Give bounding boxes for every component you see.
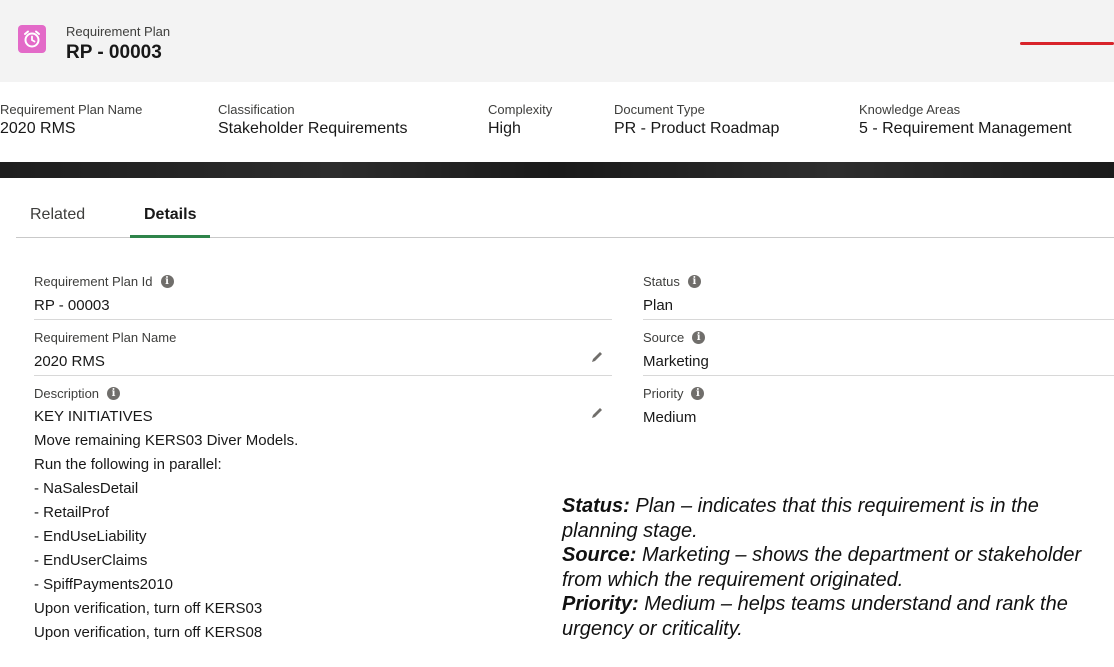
highlight-value: PR - Product Roadmap (614, 120, 780, 137)
description-line: KEY INITIATIVES (34, 408, 153, 425)
description-text: KEY INITIATIVES Move remaining KERS03 Di… (34, 405, 612, 645)
field-label: Priority (643, 386, 684, 401)
highlight-value: High (488, 120, 521, 137)
field-label-wrap: Source i (643, 330, 1114, 345)
field-label-wrap: Requirement Plan Name (34, 330, 612, 345)
highlight-knowledge-areas: Knowledge Areas 5 - Requirement Manageme… (859, 102, 1072, 138)
info-icon[interactable]: i (107, 387, 121, 400)
annotation-desc-priority: Medium – helps teams understand and rank… (562, 593, 1068, 640)
record-header: Requirement Plan RP - 00003 (0, 0, 1114, 82)
field-label: Status (643, 274, 680, 289)
highlight-complexity: Complexity High (488, 102, 552, 138)
field-description: Description i KEY INITIATIVES Move remai… (34, 386, 612, 645)
field-value: Medium (643, 409, 697, 426)
field-label: Requirement Plan Name (34, 330, 177, 345)
field-label-wrap: Description i (34, 386, 612, 401)
accent-line (1020, 42, 1114, 45)
field-priority: Priority i Medium (643, 386, 1114, 426)
annotation-term-source: Source: (562, 544, 637, 567)
field-value: 2020 RMS (34, 353, 105, 370)
highlight-value: 5 - Requirement Management (859, 120, 1072, 137)
field-label-wrap: Priority i (643, 386, 1114, 401)
field-value: Marketing (643, 353, 709, 370)
highlight-label: Classification (218, 102, 295, 117)
description-line: - EndUseLiability (34, 528, 147, 545)
highlight-label: Document Type (614, 102, 705, 117)
description-line: Move remaining KERS03 Diver Models. (34, 432, 299, 449)
field-status: Status i Plan (643, 274, 1114, 320)
description-line: Run the following in parallel: (34, 456, 222, 473)
alarm-clock-icon (18, 25, 46, 53)
description-line: Upon verification, turn off KERS08 (34, 624, 263, 641)
tab-bar: Related Details (16, 178, 1114, 238)
decorative-banner (0, 162, 1114, 178)
description-line: Upon verification, turn off KERS03 (34, 600, 263, 617)
annotation-term-priority: Priority: (562, 593, 639, 616)
field-source: Source i Marketing (643, 330, 1114, 376)
annotation-text: Status: Plan – indicates that this requi… (562, 494, 1114, 642)
info-icon[interactable]: i (160, 275, 174, 288)
highlight-classification: Classification Stakeholder Requirements (218, 102, 407, 138)
tab-details[interactable]: Details (130, 206, 211, 238)
field-label: Description (34, 386, 100, 401)
field-label-wrap: Requirement Plan Id i (34, 274, 612, 289)
tab-related[interactable]: Related (30, 206, 85, 238)
info-icon[interactable]: i (691, 387, 705, 400)
edit-pencil-icon[interactable] (590, 406, 604, 420)
field-value: RP - 00003 (34, 297, 110, 314)
highlight-document-type: Document Type PR - Product Roadmap (614, 102, 779, 138)
description-line: - SpiffPayments2010 (34, 576, 173, 593)
annotation-desc-status: Plan – indicates that this requirement i… (562, 495, 1039, 542)
record-title: RP - 00003 (66, 42, 162, 63)
highlight-value: 2020 RMS (0, 120, 76, 137)
highlight-label: Requirement Plan Name (0, 102, 143, 117)
field-plan-name: Requirement Plan Name 2020 RMS (34, 330, 612, 376)
object-label: Requirement Plan (66, 24, 171, 39)
description-line: - RetailProf (34, 504, 110, 521)
description-line: - EndUserClaims (34, 552, 148, 569)
edit-pencil-icon[interactable] (590, 350, 604, 364)
highlights-panel: Requirement Plan Name 2020 RMS Classific… (0, 82, 1114, 162)
field-plan-id: Requirement Plan Id i RP - 00003 (34, 274, 612, 320)
annotation-desc-source: Marketing – shows the department or stak… (562, 544, 1082, 591)
field-label: Source (643, 330, 685, 345)
highlight-label: Knowledge Areas (859, 102, 961, 117)
highlight-value: Stakeholder Requirements (218, 120, 408, 137)
field-value: Plan (643, 297, 674, 314)
annotation-term-status: Status: (562, 495, 630, 517)
description-line: - NaSalesDetail (34, 480, 139, 497)
info-icon[interactable]: i (687, 275, 701, 288)
highlight-label: Complexity (488, 102, 553, 117)
info-icon[interactable]: i (692, 331, 706, 344)
highlight-plan-name: Requirement Plan Name 2020 RMS (0, 102, 142, 138)
field-label: Requirement Plan Id (34, 274, 153, 289)
field-label-wrap: Status i (643, 274, 1114, 289)
